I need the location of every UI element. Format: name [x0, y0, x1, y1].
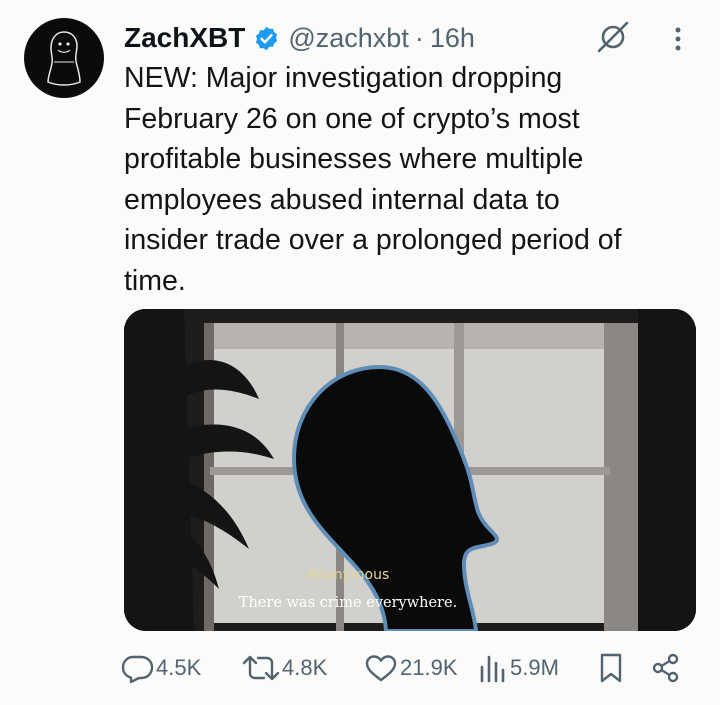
repost-icon — [242, 655, 280, 681]
share-icon — [652, 653, 679, 683]
reply-button[interactable]: 4.5K — [120, 650, 201, 686]
like-icon — [365, 655, 397, 682]
video-subtitle-speaker: Anonymous — [306, 567, 390, 583]
reply-count: 4.5K — [156, 655, 202, 680]
repost-button[interactable]: 4.8K — [242, 650, 327, 686]
tweet-text: NEW: Major investigation dropping Februa… — [124, 62, 622, 297]
user-handle[interactable]: @zachxbt — [288, 23, 408, 54]
tweet-header: ZachXBT @zachxbt · 16h — [124, 16, 475, 60]
like-count: 21.9K — [400, 655, 458, 680]
separator-dot: · — [414, 22, 424, 53]
grok-icon[interactable] — [596, 20, 630, 54]
share-button[interactable] — [650, 650, 682, 686]
views-button[interactable]: 5.9M — [478, 650, 559, 686]
more-icon[interactable] — [666, 24, 690, 54]
views-icon — [480, 655, 505, 683]
repost-count: 4.8K — [282, 655, 328, 680]
video-subtitle-text: There was crime everywhere. — [238, 595, 458, 611]
timestamp[interactable]: 16h — [430, 23, 475, 54]
display-name[interactable]: ZachXBT — [124, 22, 245, 54]
verified-badge-icon[interactable] — [253, 25, 280, 52]
bookmark-button[interactable] — [598, 650, 624, 686]
like-button[interactable]: 21.9K — [364, 650, 458, 686]
reply-icon — [121, 655, 154, 683]
views-count: 5.9M — [510, 655, 559, 680]
tweet-media-video[interactable]: Anonymous There was crime everywhere. — [124, 309, 696, 631]
tweet-action-bar: 4.5K 4.8K 21.9K 5.9M — [120, 650, 690, 686]
avatar[interactable] — [24, 18, 104, 98]
bookmark-icon — [600, 653, 622, 683]
